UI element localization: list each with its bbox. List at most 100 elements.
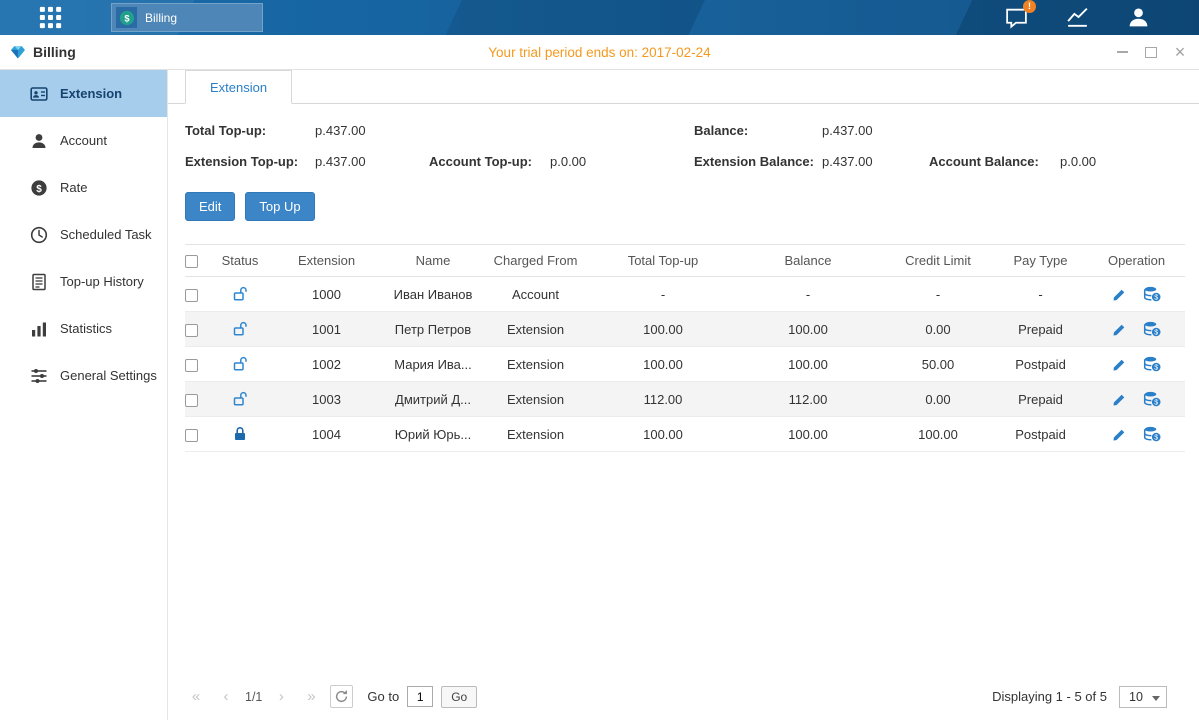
go-button[interactable]: Go [441,686,477,708]
table-header-row: Status Extension Name Charged From Total… [185,245,1185,277]
topup-icon[interactable] [1143,426,1161,442]
select-all-checkbox[interactable] [185,255,198,268]
cell-extension: 1002 [265,347,388,382]
receipt-icon [30,273,48,291]
sidebar: Extension Account Rate Scheduled Task To… [0,70,168,720]
trial-notice: Your trial period ends on: 2017-02-24 [0,45,1199,60]
topup-icon[interactable] [1143,321,1161,337]
extension-balance-label: Extension Balance: [694,154,814,169]
edit-icon[interactable] [1112,322,1127,337]
account-balance-label: Account Balance: [929,154,1039,169]
row-checkbox[interactable] [185,429,198,442]
maximize-icon[interactable] [1144,45,1158,59]
cell-credit-limit: 100.00 [883,417,993,452]
goto-page-input[interactable] [407,686,433,707]
edit-icon[interactable] [1112,287,1127,302]
cell-credit-limit: - [883,277,993,312]
cell-balance: 100.00 [733,347,883,382]
sidebar-item-label: Statistics [60,321,112,336]
cell-charged-from: Extension [478,417,593,452]
sidebar-item-account[interactable]: Account [0,117,167,164]
resource-monitor-icon[interactable] [1065,5,1090,30]
cell-extension: 1003 [265,382,388,417]
cell-credit-limit: 50.00 [883,347,993,382]
bar-chart-icon [30,320,48,338]
refresh-icon[interactable] [330,685,353,708]
cell-name: Иван Иванов [388,277,478,312]
table-row[interactable]: 1000 Иван Иванов Account - - - - [185,277,1185,312]
edit-icon[interactable] [1112,427,1127,442]
col-extension: Extension [265,245,388,277]
topup-icon[interactable] [1143,286,1161,302]
cell-name: Мария Ива... [388,347,478,382]
table-row[interactable]: 1003 Дмитрий Д... Extension 112.00 112.0… [185,382,1185,417]
clock-icon [30,226,48,244]
topbar-billing-tab[interactable]: Billing [111,3,263,32]
minimize-icon[interactable] [1115,45,1129,59]
row-checkbox[interactable] [185,394,198,407]
top-bar: Billing ! [0,0,1199,35]
chevron-down-icon [1152,696,1160,701]
cell-extension: 1000 [265,277,388,312]
table-row[interactable]: 1002 Мария Ива... Extension 100.00 100.0… [185,347,1185,382]
next-page-icon[interactable]: › [270,686,292,708]
sidebar-item-label: Extension [60,86,122,101]
col-status: Status [215,245,265,277]
person-icon [30,132,48,150]
goto-label: Go to [367,689,399,704]
cell-charged-from: Extension [478,347,593,382]
cell-credit-limit: 0.00 [883,312,993,347]
sidebar-item-general-settings[interactable]: General Settings [0,352,167,399]
edit-icon[interactable] [1112,392,1127,407]
table-row[interactable]: 1004 Юрий Юрь... Extension 100.00 100.00… [185,417,1185,452]
row-checkbox[interactable] [185,359,198,372]
cell-extension: 1001 [265,312,388,347]
table-row[interactable]: 1001 Петр Петров Extension 100.00 100.00… [185,312,1185,347]
col-balance: Balance [733,245,883,277]
cell-balance: - [733,277,883,312]
user-account-icon[interactable] [1126,5,1151,30]
topup-icon[interactable] [1143,356,1161,372]
tab-extension[interactable]: Extension [185,70,292,104]
cell-total-topup: 100.00 [593,417,733,452]
lock-open-icon [232,286,248,302]
cell-credit-limit: 0.00 [883,382,993,417]
prev-page-icon[interactable]: ‹ [215,686,237,708]
cell-balance: 100.00 [733,417,883,452]
cell-pay-type: Prepaid [993,312,1088,347]
row-checkbox[interactable] [185,289,198,302]
sidebar-item-extension[interactable]: Extension [0,70,167,117]
main-panel: Extension Total Top-up: p.437.00 Balance… [168,70,1199,720]
row-checkbox[interactable] [185,324,198,337]
sidebar-item-label: Scheduled Task [60,227,152,242]
sidebar-item-scheduled-task[interactable]: Scheduled Task [0,211,167,258]
billing-dollar-icon [116,7,137,28]
sidebar-item-rate[interactable]: Rate [0,164,167,211]
lock-open-icon [232,391,248,407]
col-operation: Operation [1088,245,1185,277]
pagination-bar: « ‹ 1/1 › » Go to Go Displaying 1 - 5 of… [185,685,1185,708]
billing-app-icon [10,44,26,60]
close-icon[interactable] [1173,45,1187,59]
edit-icon[interactable] [1112,357,1127,372]
cell-pay-type: - [993,277,1088,312]
first-page-icon[interactable]: « [185,686,207,708]
lock-open-icon [232,356,248,372]
extension-topup-value: p.437.00 [315,154,366,169]
last-page-icon[interactable]: » [300,686,322,708]
lock-closed-icon [232,426,248,442]
topup-icon[interactable] [1143,391,1161,407]
apps-grid-icon[interactable] [38,5,63,30]
cell-pay-type: Prepaid [993,382,1088,417]
sidebar-item-statistics[interactable]: Statistics [0,305,167,352]
sidebar-item-label: Account [60,133,107,148]
total-topup-label: Total Top-up: [185,123,266,138]
window-title: Billing [33,44,76,60]
notifications-icon[interactable]: ! [1004,5,1029,30]
sidebar-item-topup-history[interactable]: Top-up History [0,258,167,305]
rate-coin-icon [30,179,48,197]
cell-pay-type: Postpaid [993,347,1088,382]
top-up-button[interactable]: Top Up [245,192,314,221]
page-size-select[interactable]: 10 [1119,686,1167,708]
edit-button[interactable]: Edit [185,192,235,221]
